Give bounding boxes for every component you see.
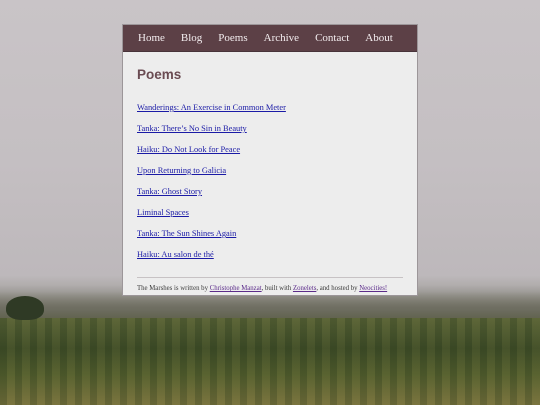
poem-list-item: Upon Returning to Galicia bbox=[137, 160, 403, 181]
footer-host-link[interactable]: Neocities! bbox=[359, 285, 387, 292]
poem-list: Wanderings: An Exercise in Common Meter … bbox=[137, 97, 403, 265]
poem-list-item: Tanka: There’s No Sin in Beauty bbox=[137, 118, 403, 139]
nav-home-link[interactable]: Home bbox=[138, 32, 165, 44]
poem-list-item: Haiku: Au salon de thé bbox=[137, 244, 403, 265]
content-panel: Home Blog Poems Archive Contact About Po… bbox=[122, 24, 418, 296]
poem-list-item: Tanka: The Sun Shines Again bbox=[137, 223, 403, 244]
poem-link[interactable]: Haiku: Au salon de thé bbox=[137, 250, 214, 259]
page-title: Poems bbox=[137, 67, 182, 82]
footer-built-text: , built with bbox=[261, 285, 293, 292]
nav-blog-link[interactable]: Blog bbox=[181, 32, 202, 44]
poem-link[interactable]: Tanka: There’s No Sin in Beauty bbox=[137, 124, 247, 133]
poem-link[interactable]: Tanka: The Sun Shines Again bbox=[137, 229, 236, 238]
poem-link[interactable]: Liminal Spaces bbox=[137, 208, 189, 217]
poem-link[interactable]: Upon Returning to Galicia bbox=[137, 166, 226, 175]
poem-link[interactable]: Tanka: Ghost Story bbox=[137, 187, 202, 196]
poem-list-item: Haiku: Do Not Look for Peace bbox=[137, 139, 403, 160]
background-field bbox=[0, 318, 540, 405]
nav-about-link[interactable]: About bbox=[365, 32, 393, 44]
footer-prefix-text: The Marshes is written by bbox=[137, 285, 210, 292]
poem-list-item: Liminal Spaces bbox=[137, 202, 403, 223]
poem-list-item: Tanka: Ghost Story bbox=[137, 181, 403, 202]
nav-poems-link[interactable]: Poems bbox=[218, 32, 247, 44]
footer-builder-link[interactable]: Zonelets bbox=[293, 285, 316, 292]
nav-archive-link[interactable]: Archive bbox=[264, 32, 299, 44]
top-navigation: Home Blog Poems Archive Contact About bbox=[123, 25, 417, 52]
poem-link[interactable]: Haiku: Do Not Look for Peace bbox=[137, 145, 240, 154]
poem-list-item: Wanderings: An Exercise in Common Meter bbox=[137, 97, 403, 118]
footer: The Marshes is written by Christophe Man… bbox=[137, 285, 403, 292]
footer-hosted-text: , and hosted by bbox=[316, 285, 360, 292]
footer-divider bbox=[137, 277, 403, 278]
footer-author-link[interactable]: Christophe Manzat bbox=[210, 285, 262, 292]
nav-contact-link[interactable]: Contact bbox=[315, 32, 349, 44]
main-content: Poems Wanderings: An Exercise in Common … bbox=[123, 52, 417, 292]
poem-link[interactable]: Wanderings: An Exercise in Common Meter bbox=[137, 103, 286, 112]
background-tree bbox=[6, 296, 44, 320]
